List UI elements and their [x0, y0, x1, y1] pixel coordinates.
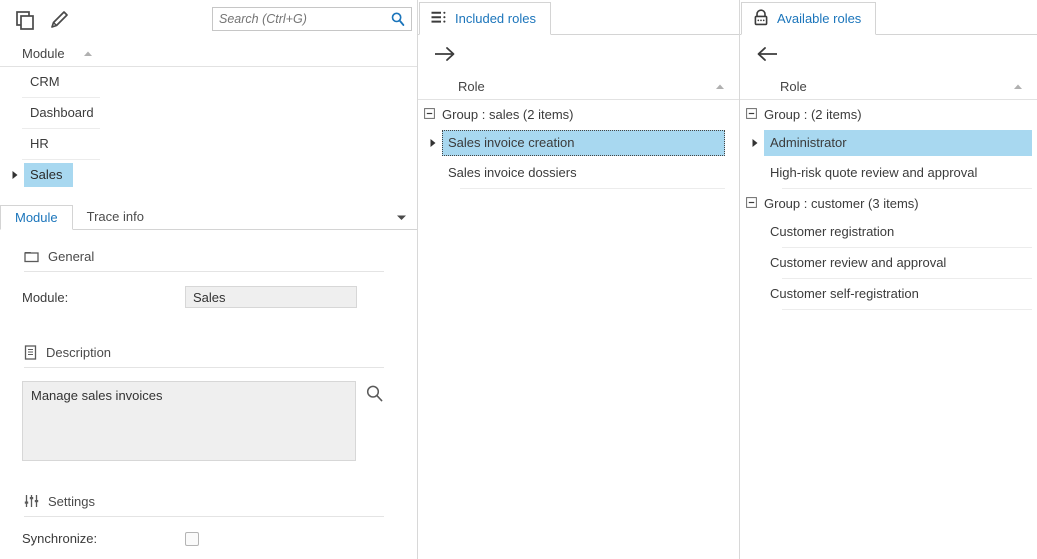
module-list: CRM Dashboard HR Sales [0, 67, 417, 190]
role-row-high-risk-quote-review[interactable]: High-risk quote review and approval [740, 158, 1037, 188]
copy-icon[interactable] [8, 3, 42, 37]
module-row-label: Sales [24, 163, 73, 187]
expand-triangle-icon[interactable] [8, 170, 22, 180]
module-row-label: HR [30, 136, 49, 151]
included-roles-tabbar: Included roles [418, 0, 739, 35]
section-divider [24, 271, 384, 272]
search-icon[interactable] [388, 11, 411, 27]
module-column-label: Module [22, 45, 65, 61]
module-row-crm[interactable]: CRM [0, 67, 417, 97]
tab-available-roles[interactable]: Available roles [741, 2, 877, 35]
group-header-label: Group : (2 items) [764, 106, 862, 122]
role-row-customer-self-registration[interactable]: Customer self-registration [740, 279, 1037, 309]
section-settings: Settings [24, 491, 417, 511]
role-row-label: Customer self-registration [770, 286, 919, 301]
search-box[interactable] [212, 7, 412, 31]
arrow-right-icon[interactable] [434, 46, 456, 62]
minus-box-icon[interactable] [746, 196, 757, 211]
pencil-icon[interactable] [42, 3, 76, 37]
search-input[interactable] [213, 11, 388, 27]
tab-available-roles-label: Available roles [777, 11, 862, 26]
group-header-label: Group : sales (2 items) [442, 106, 574, 122]
section-divider [24, 367, 384, 368]
group-header-sales[interactable]: Group : sales (2 items) [418, 100, 739, 128]
list-icon [431, 11, 447, 27]
chevron-down-icon[interactable] [396, 209, 407, 224]
tab-trace-info-label: Trace info [86, 209, 144, 224]
lock-icon [753, 8, 769, 29]
group-header-customer[interactable]: Group : customer (3 items) [740, 189, 1037, 217]
included-role-column-header[interactable]: Role [418, 73, 739, 100]
row-divider [782, 309, 1032, 310]
tab-trace-info[interactable]: Trace info [73, 204, 158, 229]
arrow-left-icon[interactable] [756, 46, 778, 62]
role-row-label: Customer review and approval [770, 255, 947, 270]
available-roles-panel: Available roles Role Group: (2 items) A… [740, 0, 1037, 559]
sort-ascending-icon[interactable] [83, 46, 93, 61]
module-column-header[interactable]: Module [0, 40, 417, 67]
description-field-row: Manage sales invoices [22, 381, 417, 461]
group-header-label: Group : customer (3 items) [764, 195, 919, 211]
sliders-icon [24, 494, 39, 508]
section-general: General [24, 246, 417, 266]
module-field-value[interactable]: Sales [185, 286, 357, 308]
left-toolbar [0, 0, 417, 40]
module-field-label: Module: [22, 289, 69, 305]
role-row-sales-invoice-dossiers[interactable]: Sales invoice dossiers [418, 158, 739, 188]
available-roles-actions [740, 35, 1037, 73]
module-panel: Module CRM Dashboard HR [0, 0, 418, 559]
tab-module-label: Module [15, 210, 58, 225]
minus-box-icon[interactable] [424, 107, 435, 122]
included-roles-list: Group : sales (2 items) Sales invoice cr… [418, 100, 739, 189]
module-field-row: Module: Sales [22, 286, 417, 308]
module-row-sales[interactable]: Sales [0, 160, 417, 190]
available-role-column-header[interactable]: Role [740, 73, 1037, 100]
module-row-hr[interactable]: HR [0, 129, 417, 159]
role-row-customer-registration[interactable]: Customer registration [740, 217, 1037, 247]
role-row-label: Sales invoice creation [442, 130, 725, 156]
role-row-customer-review-approval[interactable]: Customer review and approval [740, 248, 1037, 278]
row-divider [460, 188, 725, 189]
sort-ascending-icon[interactable] [715, 79, 725, 94]
section-description: Description [24, 342, 417, 362]
expand-triangle-icon[interactable] [424, 138, 442, 148]
available-roles-tabbar: Available roles [740, 0, 1037, 35]
module-row-label: Dashboard [30, 105, 94, 120]
role-row-sales-invoice-creation[interactable]: Sales invoice creation [418, 128, 739, 158]
folder-icon [24, 250, 39, 263]
sort-ascending-icon[interactable] [1013, 79, 1023, 94]
section-description-label: Description [46, 344, 112, 360]
application-window: Module CRM Dashboard HR [0, 0, 1037, 559]
document-icon [24, 344, 37, 360]
tab-module[interactable]: Module [0, 205, 73, 230]
role-row-administrator[interactable]: Administrator [740, 128, 1037, 158]
tab-included-roles-label: Included roles [455, 11, 536, 26]
synchronize-label: Synchronize: [22, 531, 98, 546]
synchronize-field-row: Synchronize: [22, 531, 417, 546]
included-roles-actions [418, 35, 739, 73]
included-roles-panel: Included roles Role Group: sales (2 ite… [418, 0, 740, 559]
tab-included-roles[interactable]: Included roles [419, 2, 551, 35]
included-role-column-label: Role [458, 78, 485, 94]
role-row-label: Administrator [764, 130, 1032, 156]
minus-box-icon[interactable] [746, 107, 757, 122]
section-divider [24, 516, 384, 517]
description-textarea[interactable]: Manage sales invoices [22, 381, 356, 461]
available-role-column-label: Role [780, 78, 807, 94]
synchronize-checkbox[interactable] [185, 531, 199, 546]
detail-tabbar: Module Trace info [0, 203, 417, 230]
role-row-label: High-risk quote review and approval [770, 165, 978, 180]
expand-triangle-icon[interactable] [746, 138, 764, 148]
role-row-label: Sales invoice dossiers [448, 165, 577, 180]
module-row-dashboard[interactable]: Dashboard [0, 98, 417, 128]
module-row-label: CRM [30, 74, 60, 89]
group-header-empty[interactable]: Group : (2 items) [740, 100, 1037, 128]
search-icon[interactable] [365, 384, 384, 406]
available-roles-list: Group : (2 items) Administrator High-ris… [740, 100, 1037, 310]
section-general-label: General [48, 248, 95, 264]
role-row-label: Customer registration [770, 224, 895, 239]
section-settings-label: Settings [48, 493, 95, 509]
